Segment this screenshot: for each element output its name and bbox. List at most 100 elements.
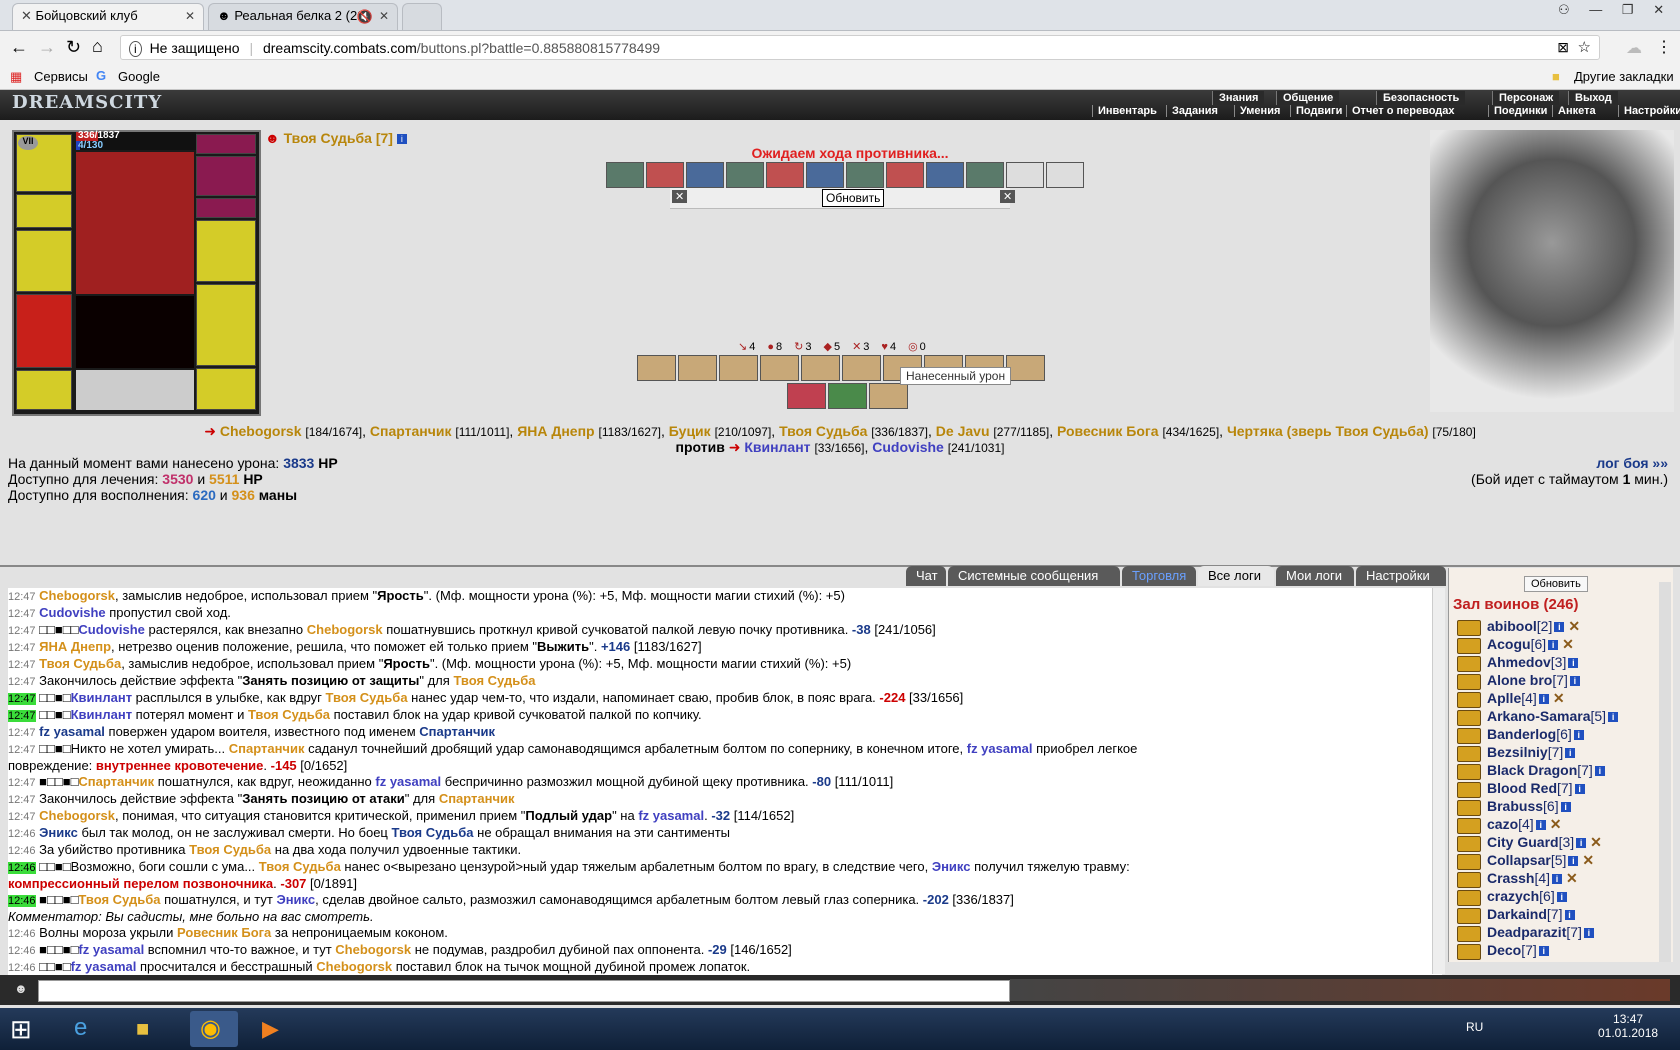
chat-input[interactable] bbox=[38, 980, 1010, 1002]
team-member-name[interactable]: Чертяка (зверь Твоя Судьба) bbox=[1227, 423, 1429, 439]
explorer-icon[interactable]: ■ bbox=[136, 1016, 149, 1042]
clock[interactable]: 13:47 01.01.2018 bbox=[1598, 1012, 1658, 1040]
user-icon[interactable]: ⚇ bbox=[1558, 2, 1570, 17]
player-name[interactable]: Crassh bbox=[1487, 870, 1534, 886]
chat-tab[interactable]: Системные сообщения bbox=[948, 566, 1120, 586]
player-name[interactable]: Brabuss bbox=[1487, 798, 1543, 814]
team-member-name[interactable]: Квинлант bbox=[744, 439, 810, 455]
action-button[interactable] bbox=[1006, 355, 1045, 381]
info-icon[interactable]: i bbox=[1568, 856, 1579, 867]
player-name[interactable]: Collapsar bbox=[1487, 852, 1551, 868]
topnav-item[interactable]: Выход bbox=[1568, 91, 1618, 105]
team-member-name[interactable]: Cudovishe bbox=[872, 439, 944, 455]
player-name[interactable]: Alone bro bbox=[1487, 672, 1552, 688]
info-icon[interactable]: i bbox=[1554, 622, 1565, 633]
apps-icon[interactable]: ▦ bbox=[10, 69, 22, 85]
info-icon[interactable]: i bbox=[1560, 802, 1571, 813]
blocked-popup-icon[interactable]: ⊠ bbox=[1557, 39, 1569, 56]
weapon-slot[interactable] bbox=[16, 230, 72, 292]
info-icon[interactable]: i bbox=[1548, 640, 1559, 651]
info-icon[interactable]: i bbox=[1552, 874, 1563, 885]
info-icon[interactable]: i bbox=[1556, 892, 1567, 903]
player-entry[interactable]: Collapsar[5] i ✕ bbox=[1487, 852, 1594, 869]
info-icon[interactable]: i bbox=[1538, 694, 1549, 705]
player-entry[interactable]: crazych[6] i bbox=[1487, 888, 1567, 904]
subnav-item[interactable]: Задания bbox=[1166, 105, 1223, 117]
info-icon[interactable]: i bbox=[1576, 838, 1587, 849]
bookmark-other[interactable]: Другие закладки bbox=[1574, 69, 1674, 84]
spell-grid[interactable] bbox=[76, 152, 194, 294]
player-name[interactable]: Blood Red bbox=[1487, 780, 1557, 796]
skill-slot[interactable] bbox=[646, 162, 684, 188]
action-button[interactable] bbox=[760, 355, 799, 381]
close-icon[interactable]: ✕ bbox=[379, 9, 389, 23]
skill-slot[interactable] bbox=[686, 162, 724, 188]
opponent-name[interactable]: Твоя Судьба [7] bbox=[284, 130, 393, 146]
speaker-icon[interactable]: 🔇 bbox=[357, 9, 373, 25]
team-member-name[interactable]: De Javu bbox=[936, 423, 990, 439]
skill-slot[interactable] bbox=[806, 162, 844, 188]
skill-slot[interactable] bbox=[1046, 162, 1084, 188]
battle-log[interactable]: 12:47 Chebogorsk, замыслив недоброе, исп… bbox=[8, 588, 1442, 976]
ie-icon[interactable]: e bbox=[74, 1014, 87, 1042]
player-entry[interactable]: Darkaind[7] i bbox=[1487, 906, 1575, 922]
chat-tab[interactable]: Чат bbox=[906, 566, 946, 586]
info-icon[interactable]: i bbox=[1574, 784, 1585, 795]
player-name[interactable]: Acogu bbox=[1487, 636, 1531, 652]
player-entry[interactable]: Acogu[6] i ✕ bbox=[1487, 636, 1574, 653]
tab-squirrel[interactable]: ☻ Реальная белка 2 (20 🔇 ✕ bbox=[208, 3, 398, 30]
chat-tab[interactable]: Все логи bbox=[1198, 566, 1274, 586]
action-button[interactable] bbox=[637, 355, 676, 381]
skill-slot[interactable] bbox=[766, 162, 804, 188]
close-window-icon[interactable]: ✕ bbox=[1653, 2, 1664, 17]
menu-icon[interactable]: ⋮ bbox=[1656, 37, 1672, 57]
smile-icon[interactable]: ☻ bbox=[14, 981, 28, 996]
player-app-icon[interactable]: ▶ bbox=[262, 1016, 279, 1042]
player-entry[interactable]: Deadparazit[7] i bbox=[1487, 924, 1594, 940]
info-icon[interactable]: i bbox=[129, 41, 142, 57]
topnav-item[interactable]: Общение bbox=[1276, 91, 1340, 105]
player-entry[interactable]: Black Dragon[7] i bbox=[1487, 762, 1605, 778]
shield-slot[interactable] bbox=[196, 220, 256, 282]
team-member-name[interactable]: Chebogorsk bbox=[220, 423, 302, 439]
info-icon[interactable]: i bbox=[1535, 820, 1546, 831]
player-name[interactable]: Darkaind bbox=[1487, 906, 1547, 922]
star-icon[interactable]: ☆ bbox=[1578, 38, 1591, 56]
action-button[interactable] bbox=[828, 383, 867, 409]
team-member-name[interactable]: ЯНА Днепр bbox=[517, 423, 594, 439]
info-icon[interactable]: i bbox=[1569, 676, 1580, 687]
subnav-item[interactable]: Отчет о переводах bbox=[1346, 105, 1460, 117]
player-name[interactable]: crazych bbox=[1487, 888, 1539, 904]
skill-slot[interactable] bbox=[926, 162, 964, 188]
rings-slot[interactable] bbox=[196, 198, 256, 218]
player-entry[interactable]: Brabuss[6] i bbox=[1487, 798, 1571, 814]
chat-toolbar[interactable] bbox=[1010, 979, 1670, 1001]
refresh-button[interactable]: Обновить bbox=[822, 189, 885, 207]
battle-log-link[interactable]: лог боя »» bbox=[1596, 455, 1668, 471]
sidebar-refresh-button[interactable]: Обновить bbox=[1524, 576, 1588, 592]
player-name[interactable]: Bezsilniy bbox=[1487, 744, 1548, 760]
team-member-name[interactable]: Ровесник Бога bbox=[1057, 423, 1159, 439]
gloves-slot[interactable] bbox=[16, 194, 72, 228]
team-member-name[interactable]: Твоя Судьба bbox=[779, 423, 867, 439]
info-icon[interactable]: i bbox=[396, 134, 407, 145]
player-entry[interactable]: Ahmedov[3] i bbox=[1487, 654, 1579, 670]
chat-tab[interactable]: Настройки bbox=[1356, 566, 1446, 586]
cloud-icon[interactable]: ☁ bbox=[1626, 38, 1642, 58]
skill-slot[interactable] bbox=[846, 162, 884, 188]
bookmark-google[interactable]: Google bbox=[118, 69, 160, 84]
info-icon[interactable]: i bbox=[1565, 748, 1576, 759]
earrings-slot[interactable] bbox=[196, 134, 256, 154]
player-entry[interactable]: abibool[2] i ✕ bbox=[1487, 618, 1580, 635]
chat-tab[interactable]: Мои логи bbox=[1276, 566, 1354, 586]
log-scrollbar[interactable] bbox=[1432, 588, 1445, 974]
amulet-slot[interactable] bbox=[196, 156, 256, 196]
tab-fight-club[interactable]: ✕ Бойцовский клуб ✕ bbox=[12, 3, 204, 30]
player-entry[interactable]: Deco[7] i bbox=[1487, 942, 1549, 958]
restore-icon[interactable]: ❐ bbox=[1622, 2, 1634, 17]
subnav-item[interactable]: Подвиги bbox=[1290, 105, 1347, 117]
home-icon[interactable]: ⌂ bbox=[92, 36, 103, 57]
subnav-item[interactable]: Поединки bbox=[1488, 105, 1552, 117]
player-entry[interactable]: Aplle[4] i ✕ bbox=[1487, 690, 1565, 707]
boots-slot[interactable] bbox=[196, 368, 256, 410]
